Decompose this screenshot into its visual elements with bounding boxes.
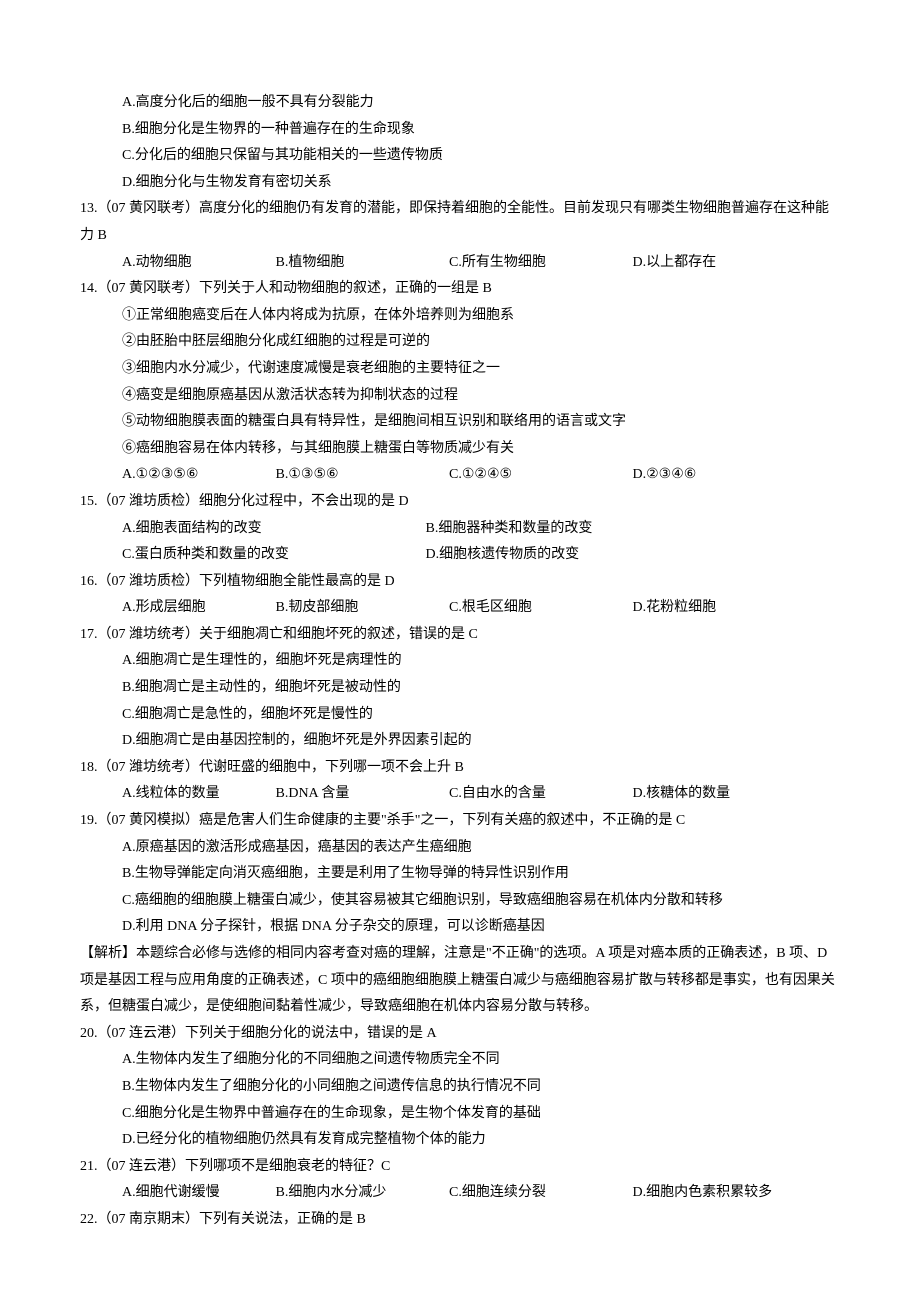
q14-opt-b: B.①③⑤⑥	[276, 462, 446, 489]
q21-opt-d: D.细胞内色素积累较多	[633, 1180, 783, 1207]
q16-opt-a: A.形成层细胞	[122, 595, 272, 622]
q19-opt-c: C.癌细胞的细胞膜上糖蛋白减少，使其容易被其它细胞识别，导致癌细胞容易在机体内分…	[80, 888, 840, 915]
q14-s4: ④癌变是细胞原癌基因从激活状态转为抑制状态的过程	[80, 383, 840, 410]
q19-opt-a: A.原癌基因的激活形成癌基因，癌基因的表达产生癌细胞	[80, 835, 840, 862]
q15-opt-d: D.细胞核遗传物质的改变	[426, 542, 726, 569]
q15-row1: A.细胞表面结构的改变 B.细胞器种类和数量的改变	[80, 516, 840, 543]
q18-opt-d: D.核糖体的数量	[633, 781, 783, 808]
q16-opt-d: D.花粉粒细胞	[633, 595, 783, 622]
q13-opt-a: A.动物细胞	[122, 250, 272, 277]
q13-opt-b: B.植物细胞	[276, 250, 446, 277]
q19-stem: 19.（07 黄冈模拟）癌是危害人们生命健康的主要"杀手"之一，下列有关癌的叙述…	[80, 808, 840, 835]
q17-opt-b: B.细胞凋亡是主动性的，细胞坏死是被动性的	[80, 675, 840, 702]
q15-stem: 15.（07 潍坊质检）细胞分化过程中，不会出现的是 D	[80, 489, 840, 516]
pre-option-c: C.分化后的细胞只保留与其功能相关的一些遗传物质	[80, 143, 840, 170]
q18-opt-c: C.自由水的含量	[449, 781, 629, 808]
q19-opt-d: D.利用 DNA 分子探针，根据 DNA 分子杂交的原理，可以诊断癌基因	[80, 914, 840, 941]
pre-option-a: A.高度分化后的细胞一般不具有分裂能力	[80, 90, 840, 117]
pre-option-b: B.细胞分化是生物界的一种普遍存在的生命现象	[80, 117, 840, 144]
q16-opt-b: B.韧皮部细胞	[276, 595, 446, 622]
q18-opt-b: B.DNA 含量	[276, 781, 446, 808]
q15-opt-a: A.细胞表面结构的改变	[122, 516, 422, 543]
q14-opt-a: A.①②③⑤⑥	[122, 462, 272, 489]
q14-opt-d: D.②③④⑥	[633, 462, 783, 489]
q20-opt-a: A.生物体内发生了细胞分化的不同细胞之间遗传物质完全不同	[80, 1047, 840, 1074]
q22-stem: 22.（07 南京期末）下列有关说法，正确的是 B	[80, 1207, 840, 1234]
q13-stem: 13.（07 黄冈联考）高度分化的细胞仍有发育的潜能，即保持着细胞的全能性。目前…	[80, 196, 840, 249]
q17-opt-d: D.细胞凋亡是由基因控制的，细胞坏死是外界因素引起的	[80, 728, 840, 755]
q14-s6: ⑥癌细胞容易在体内转移，与其细胞膜上糖蛋白等物质减少有关	[80, 436, 840, 463]
q14-opt-c: C.①②④⑤	[449, 462, 629, 489]
q19-opt-b: B.生物导弹能定向消灭癌细胞，主要是利用了生物导弹的特异性识别作用	[80, 861, 840, 888]
q14-stem: 14.（07 黄冈联考）下列关于人和动物细胞的叙述，正确的一组是 B	[80, 276, 840, 303]
q18-stem: 18.（07 潍坊统考）代谢旺盛的细胞中，下列哪一项不会上升 B	[80, 755, 840, 782]
q16-options: A.形成层细胞 B.韧皮部细胞 C.根毛区细胞 D.花粉粒细胞	[80, 595, 840, 622]
q13-opt-c: C.所有生物细胞	[449, 250, 629, 277]
q21-opt-a: A.细胞代谢缓慢	[122, 1180, 272, 1207]
q14-s3: ③细胞内水分减少，代谢速度减慢是衰老细胞的主要特征之一	[80, 356, 840, 383]
q20-opt-b: B.生物体内发生了细胞分化的小同细胞之间遗传信息的执行情况不同	[80, 1074, 840, 1101]
q20-opt-d: D.已经分化的植物细胞仍然具有发育成完整植物个体的能力	[80, 1127, 840, 1154]
q19-analysis: 【解析】本题综合必修与选修的相同内容考查对癌的理解，注意是"不正确"的选项。A …	[80, 941, 840, 1021]
q15-opt-c: C.蛋白质种类和数量的改变	[122, 542, 422, 569]
q14-s5: ⑤动物细胞膜表面的糖蛋白具有特异性，是细胞间相互识别和联络用的语言或文字	[80, 409, 840, 436]
q20-opt-c: C.细胞分化是生物界中普遍存在的生命现象，是生物个体发育的基础	[80, 1101, 840, 1128]
q13-opt-d: D.以上都存在	[633, 250, 783, 277]
q18-options: A.线粒体的数量 B.DNA 含量 C.自由水的含量 D.核糖体的数量	[80, 781, 840, 808]
q20-stem: 20.（07 连云港）下列关于细胞分化的说法中，错误的是 A	[80, 1021, 840, 1048]
q14-s1: ①正常细胞癌变后在人体内将成为抗原，在体外培养则为细胞系	[80, 303, 840, 330]
q17-stem: 17.（07 潍坊统考）关于细胞凋亡和细胞坏死的叙述，错误的是 C	[80, 622, 840, 649]
q21-opt-c: C.细胞连续分裂	[449, 1180, 629, 1207]
q21-options: A.细胞代谢缓慢 B.细胞内水分减少 C.细胞连续分裂 D.细胞内色素积累较多	[80, 1180, 840, 1207]
pre-option-d: D.细胞分化与生物发育有密切关系	[80, 170, 840, 197]
q15-row2: C.蛋白质种类和数量的改变 D.细胞核遗传物质的改变	[80, 542, 840, 569]
q13-options: A.动物细胞 B.植物细胞 C.所有生物细胞 D.以上都存在	[80, 250, 840, 277]
q16-stem: 16.（07 潍坊质检）下列植物细胞全能性最高的是 D	[80, 569, 840, 596]
q16-opt-c: C.根毛区细胞	[449, 595, 629, 622]
q14-s2: ②由胚胎中胚层细胞分化成红细胞的过程是可逆的	[80, 329, 840, 356]
q15-opt-b: B.细胞器种类和数量的改变	[426, 516, 726, 543]
q17-opt-c: C.细胞凋亡是急性的，细胞坏死是慢性的	[80, 702, 840, 729]
q17-opt-a: A.细胞凋亡是生理性的，细胞坏死是病理性的	[80, 648, 840, 675]
q21-stem: 21.（07 连云港）下列哪项不是细胞衰老的特征？C	[80, 1154, 840, 1181]
q14-options: A.①②③⑤⑥ B.①③⑤⑥ C.①②④⑤ D.②③④⑥	[80, 462, 840, 489]
q21-opt-b: B.细胞内水分减少	[276, 1180, 446, 1207]
q18-opt-a: A.线粒体的数量	[122, 781, 272, 808]
